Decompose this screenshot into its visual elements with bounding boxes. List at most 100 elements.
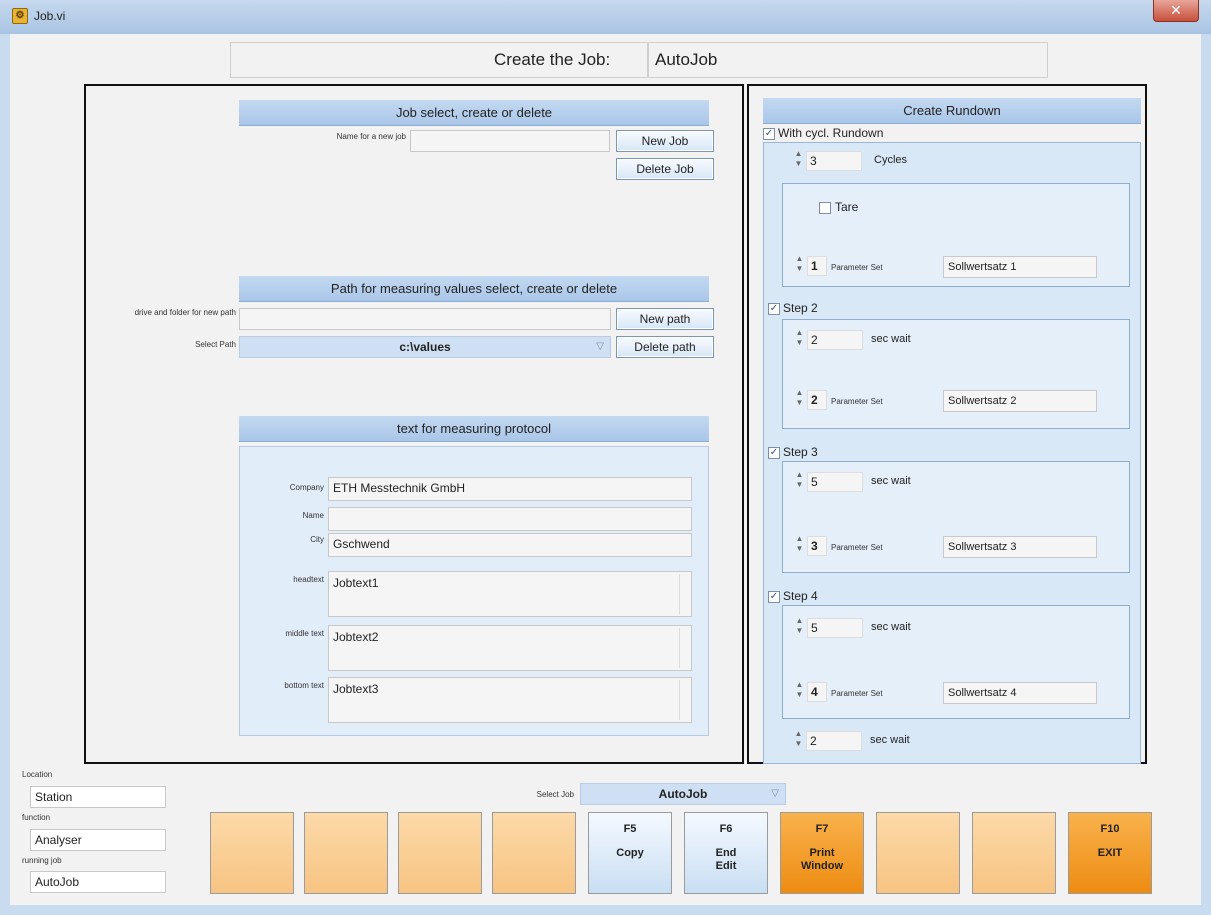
step4-param-name: Sollwertsatz 4 <box>943 682 1097 704</box>
step2-box: ▲ ▼ 2 sec wait ▲ ▼ 2 Parameter Set Sollwer… <box>782 319 1130 429</box>
tare-label: Tare <box>835 200 859 214</box>
headtext-value: Jobtext1 <box>333 576 379 590</box>
scrollbar[interactable] <box>679 628 689 668</box>
select-job-value: AutoJob <box>658 787 708 801</box>
rundown-box: ▲ ▼ 3 Cycles Tare ▲ ▼ 1 Parameter Set Soll… <box>763 142 1141 764</box>
fkey-label: F6 <box>719 823 733 835</box>
fkey-f2[interactable] <box>304 812 388 894</box>
spinner-icon[interactable]: ▲ ▼ <box>793 680 806 702</box>
final-wait-input[interactable]: 2 <box>806 731 862 751</box>
new-path-button[interactable]: New path <box>616 308 714 330</box>
step2-checkbox[interactable]: ✓ <box>768 303 780 315</box>
fkey-f9[interactable] <box>972 812 1056 894</box>
spinner-icon[interactable]: ▲ ▼ <box>793 254 806 276</box>
fkey-label: F5 <box>623 823 637 835</box>
step4-wait-input[interactable]: 5 <box>807 618 863 638</box>
with-cycl-rundown-checkbox[interactable]: ✓ <box>763 128 775 140</box>
step1-param-input[interactable]: 1 <box>807 256 827 276</box>
print-window-button[interactable]: F7 Print Window <box>780 812 864 894</box>
step4-checkbox[interactable]: ✓ <box>768 591 780 603</box>
with-cycl-rundown-label: With cycl. Rundown <box>778 126 884 140</box>
location-field: Station <box>30 786 166 808</box>
step3-wait-input[interactable]: 5 <box>807 472 863 492</box>
exit-button[interactable]: F10 EXIT <box>1068 812 1152 894</box>
step2-label: Step 2 <box>783 301 818 315</box>
bottom-text-textarea[interactable]: Jobtext3 <box>328 677 692 723</box>
spinner-icon[interactable]: ▲ ▼ <box>793 534 806 556</box>
running-job-label: running job <box>22 856 62 865</box>
tare-checkbox[interactable] <box>819 202 831 214</box>
fkey-f1[interactable] <box>210 812 294 894</box>
step3-param-name: Sollwertsatz 3 <box>943 536 1097 558</box>
new-job-button[interactable]: New Job <box>616 130 714 152</box>
fkey-caption: Copy <box>616 847 644 859</box>
fkey-label: F7 <box>815 823 829 835</box>
bottom-text-label: bottom text <box>284 681 324 690</box>
scrollbar[interactable] <box>679 574 689 614</box>
close-button[interactable]: ✕ <box>1153 0 1199 22</box>
fkey-f4[interactable] <box>492 812 576 894</box>
protocol-box: Company ETH Messtechnik GmbH Name City G… <box>239 446 709 736</box>
step1-box: Tare ▲ ▼ 1 Parameter Set Sollwertsatz 1 <box>782 183 1130 287</box>
chevron-down-icon: ▽ <box>596 341 604 352</box>
step2-param-name: Sollwertsatz 2 <box>943 390 1097 412</box>
headtext-textarea[interactable]: Jobtext1 <box>328 571 692 617</box>
select-path-dropdown[interactable]: c:\values ▽ <box>239 336 611 358</box>
fkey-caption: EXIT <box>1097 847 1123 859</box>
step3-checkbox[interactable]: ✓ <box>768 447 780 459</box>
title-bar: ⚙ Job.vi ✕ <box>0 0 1211 34</box>
fkey-caption: End Edit <box>715 847 737 872</box>
spinner-icon[interactable]: ▲ ▼ <box>792 729 805 751</box>
step2-wait-input[interactable]: 2 <box>807 330 863 350</box>
step1-param-name: Sollwertsatz 1 <box>943 256 1097 278</box>
scrollbar[interactable] <box>679 680 689 720</box>
step4-label: Step 4 <box>783 589 818 603</box>
spinner-icon[interactable]: ▲ ▼ <box>793 388 806 410</box>
select-job-dropdown[interactable]: AutoJob ▽ <box>580 783 786 805</box>
middle-text-value: Jobtext2 <box>333 630 379 644</box>
window-title: Job.vi <box>34 9 66 23</box>
rundown-header: Create Rundown <box>763 98 1141 124</box>
select-path-label: Select Path <box>195 340 236 349</box>
headtext-label: headtext <box>293 575 324 584</box>
cycles-input[interactable]: 3 <box>806 151 862 171</box>
step3-param-input[interactable]: 3 <box>807 536 827 556</box>
protocol-section-header: text for measuring protocol <box>239 416 709 442</box>
function-field: Analyser <box>30 829 166 851</box>
copy-button[interactable]: F5 Copy <box>588 812 672 894</box>
parameter-set-label: Parameter Set <box>831 397 883 406</box>
delete-job-button[interactable]: Delete Job <box>616 158 714 180</box>
header-job-name: AutoJob <box>655 50 718 69</box>
end-edit-button[interactable]: F6 End Edit <box>684 812 768 894</box>
sec-wait-label: sec wait <box>871 621 911 633</box>
middle-text-label: middle text <box>285 629 324 638</box>
fkey-caption: Print Window <box>800 847 844 872</box>
name-input[interactable] <box>328 507 692 531</box>
left-panel: Job select, create or delete Name for a … <box>84 84 744 764</box>
step4-param-input[interactable]: 4 <box>807 682 827 702</box>
fkey-label: F10 <box>1100 823 1120 835</box>
running-job-field: AutoJob <box>30 871 166 893</box>
function-label: function <box>22 813 51 822</box>
spinner-icon[interactable]: ▲ ▼ <box>793 328 806 350</box>
job-name-label: Name for a new job <box>336 132 406 141</box>
spinner-icon[interactable]: ▲ ▼ <box>793 616 806 638</box>
location-label: Location <box>22 770 53 779</box>
parameter-set-label: Parameter Set <box>831 689 883 698</box>
spinner-icon[interactable]: ▲ ▼ <box>792 149 805 171</box>
fkey-f3[interactable] <box>398 812 482 894</box>
delete-path-button[interactable]: Delete path <box>616 336 714 358</box>
company-input[interactable]: ETH Messtechnik GmbH <box>328 477 692 501</box>
step2-param-input[interactable]: 2 <box>807 390 827 410</box>
new-path-input[interactable] <box>239 308 611 330</box>
sec-wait-label: sec wait <box>871 475 911 487</box>
spinner-icon[interactable]: ▲ ▼ <box>793 470 806 492</box>
bottom-text-value: Jobtext3 <box>333 682 379 696</box>
sec-wait-label: sec wait <box>870 734 910 746</box>
middle-text-textarea[interactable]: Jobtext2 <box>328 625 692 671</box>
new-job-name-input[interactable] <box>410 130 610 152</box>
step3-label: Step 3 <box>783 445 818 459</box>
city-input[interactable]: Gschwend <box>328 533 692 557</box>
fkey-f8[interactable] <box>876 812 960 894</box>
city-label: City <box>310 535 324 544</box>
